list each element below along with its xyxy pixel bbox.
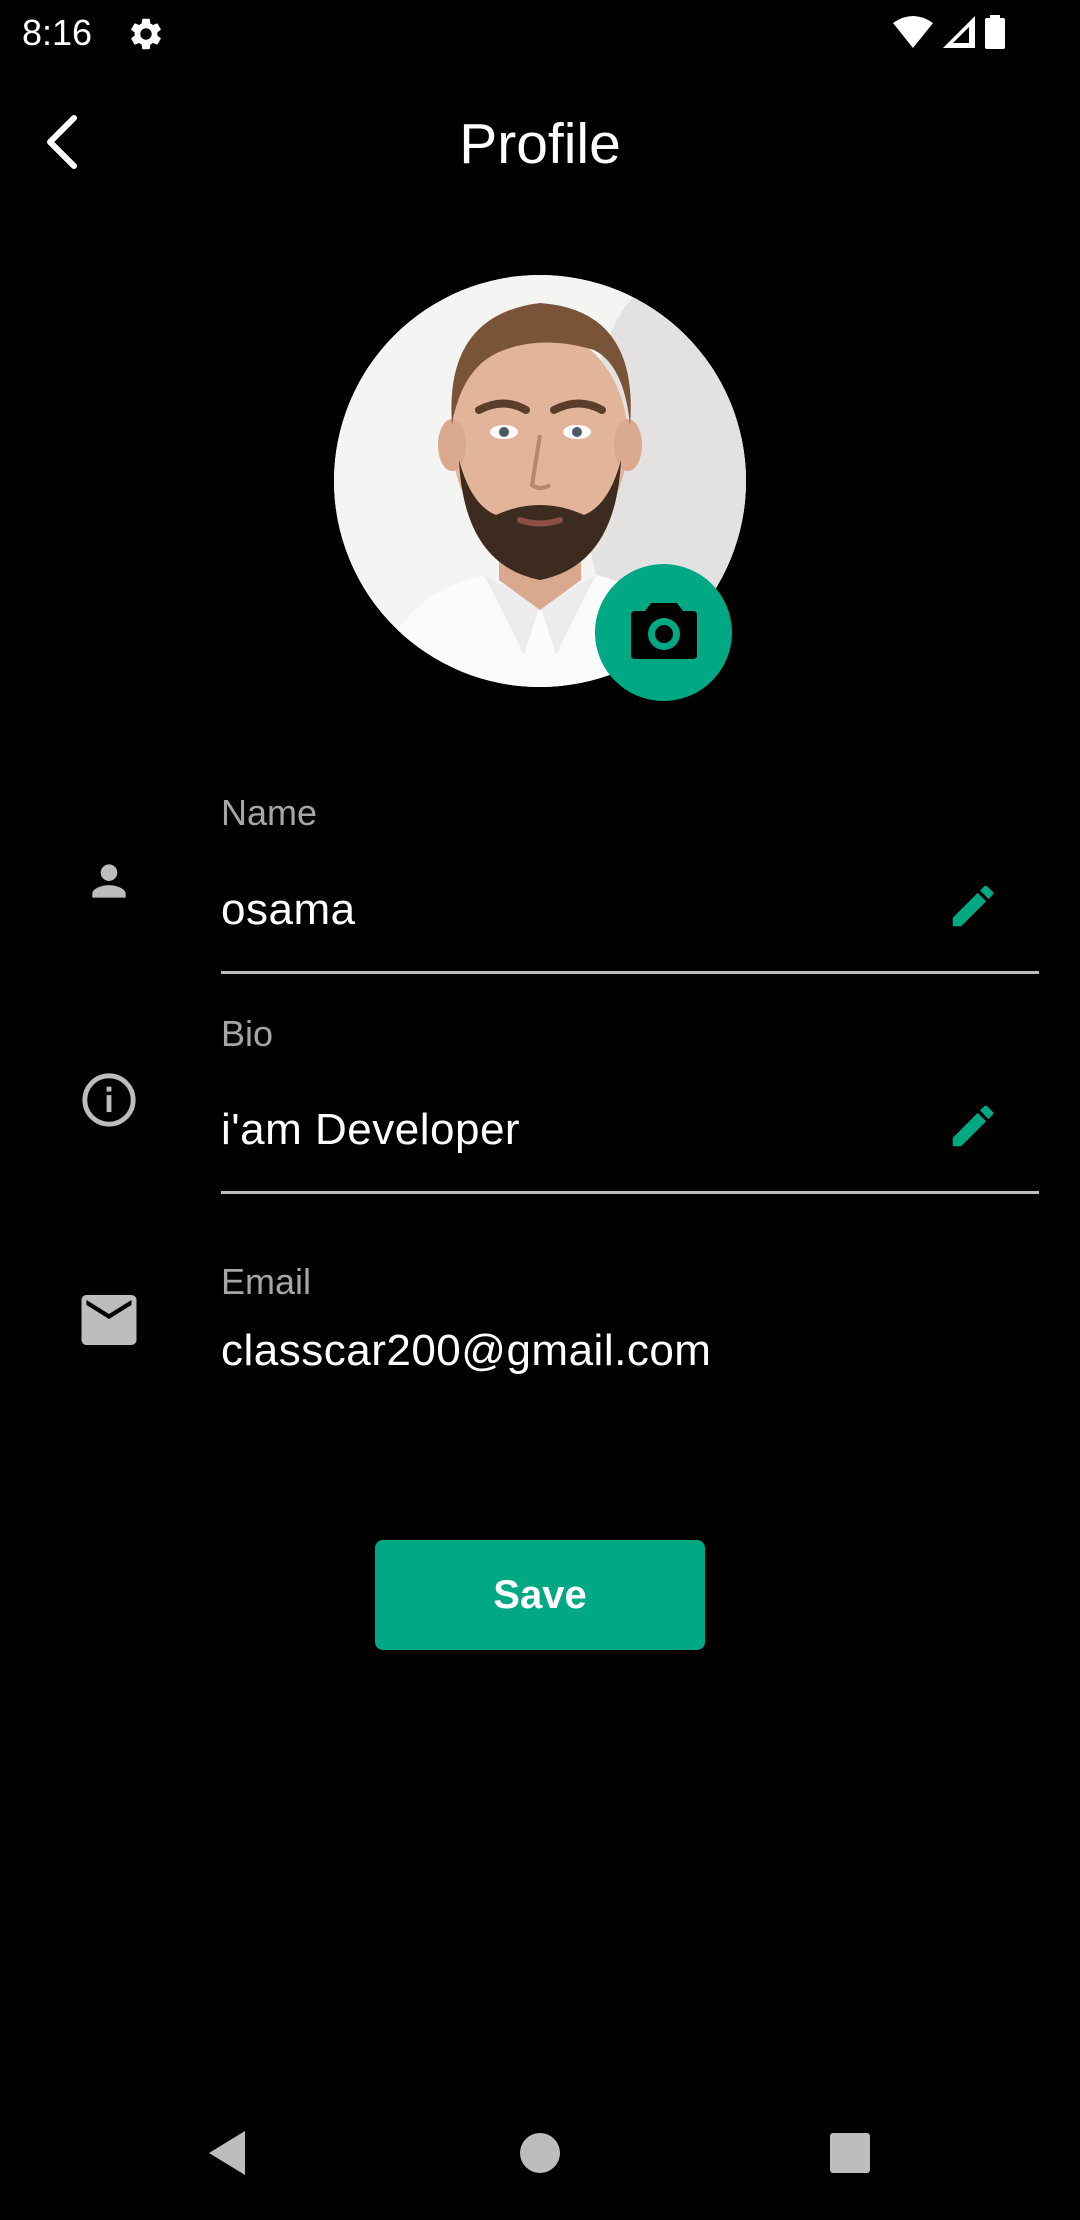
camera-icon	[629, 599, 699, 666]
mail-icon	[76, 1287, 142, 1353]
change-photo-button[interactable]	[595, 564, 732, 701]
home-circle-icon	[518, 2131, 562, 2180]
name-value: osama	[221, 885, 356, 934]
save-button[interactable]: Save	[375, 1540, 705, 1650]
pencil-icon	[946, 879, 1000, 938]
status-bar: 8:16	[0, 0, 1080, 66]
chevron-left-icon	[42, 114, 82, 175]
edit-bio-button[interactable]	[940, 1095, 1006, 1161]
back-button[interactable]	[30, 104, 94, 184]
settings-icon	[127, 15, 165, 53]
pencil-icon	[946, 1099, 1000, 1158]
page-title: Profile	[459, 112, 621, 176]
signal-icon	[942, 15, 976, 54]
bio-label: Bio	[221, 1013, 274, 1054]
system-nav-bar	[0, 2100, 1080, 2210]
person-icon	[76, 848, 142, 914]
battery-icon	[984, 14, 1006, 54]
nav-home-button[interactable]	[505, 2120, 575, 2190]
status-time: 8:16	[22, 12, 93, 53]
wifi-icon	[892, 15, 934, 54]
status-icons	[892, 14, 1006, 54]
back-triangle-icon	[205, 2129, 249, 2182]
nav-back-button[interactable]	[192, 2120, 262, 2190]
recents-square-icon	[828, 2131, 872, 2180]
name-label: Name	[221, 792, 318, 833]
info-icon	[76, 1067, 142, 1133]
edit-name-button[interactable]	[940, 875, 1006, 941]
email-label: Email	[221, 1261, 312, 1302]
nav-recents-button[interactable]	[815, 2120, 885, 2190]
email-value: classcar200@gmail.com	[221, 1326, 712, 1375]
bio-value: i'am Developer	[221, 1105, 521, 1154]
